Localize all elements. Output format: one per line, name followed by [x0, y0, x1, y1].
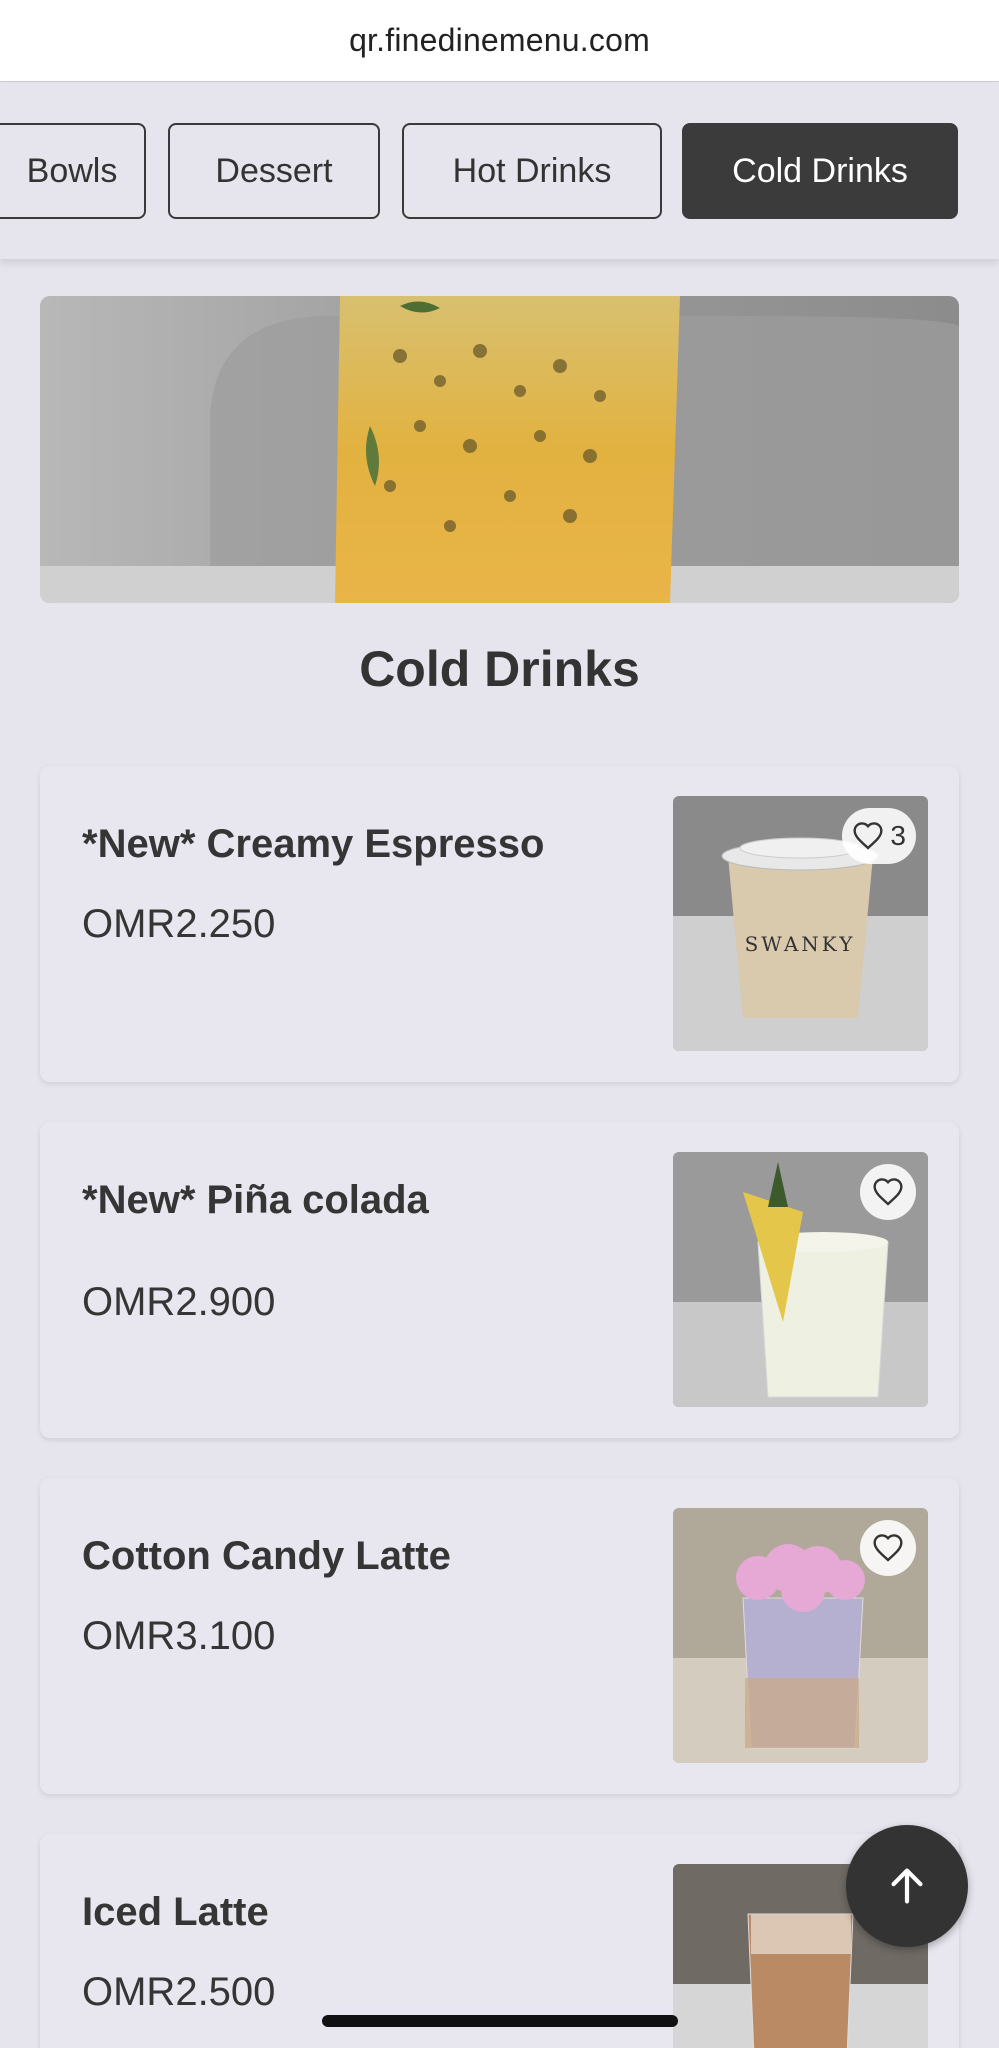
item-photo	[673, 1508, 928, 1763]
url-text: qr.finedinemenu.com	[349, 22, 650, 58]
section-title: Cold Drinks	[359, 641, 640, 697]
item-photo: SWANKY 3	[673, 796, 928, 1051]
favorite-button[interactable]	[860, 1164, 916, 1220]
tab-label: Hot Drinks	[452, 151, 612, 190]
menu-page: qr.finedinemenu.com Bowls Dessert Hot Dr…	[0, 0, 999, 2048]
menu-item-card[interactable]: *New* Piña colada OMR2.900	[40, 1122, 959, 1438]
item-photo	[673, 1152, 928, 1407]
menu-item-card[interactable]: *New* Creamy Espresso OMR2.250 SWANKY 3	[40, 766, 959, 1082]
heart-outline-icon	[873, 1534, 903, 1562]
item-price: OMR2.900	[82, 1280, 276, 1324]
tab-label: Dessert	[215, 151, 333, 190]
tab-bowls[interactable]: Bowls	[0, 123, 146, 219]
item-price: OMR2.500	[82, 1970, 276, 2014]
tab-label: Bowls	[26, 151, 118, 190]
tab-dessert[interactable]: Dessert	[168, 123, 380, 219]
arrow-up-icon	[891, 1868, 923, 1904]
item-name: *New* Piña colada	[82, 1178, 429, 1222]
scroll-to-top-button[interactable]	[846, 1825, 968, 1947]
browser-url-bar[interactable]: qr.finedinemenu.com	[0, 0, 999, 82]
tab-label: Cold Drinks	[732, 151, 908, 190]
item-name: Cotton Candy Latte	[82, 1534, 451, 1578]
category-hero-image	[40, 296, 959, 603]
item-name: Iced Latte	[82, 1890, 269, 1934]
item-price: OMR2.250	[82, 902, 276, 946]
tab-cold-drinks[interactable]: Cold Drinks	[682, 123, 958, 219]
heart-outline-icon	[853, 822, 883, 850]
home-indicator	[322, 2015, 678, 2027]
tab-hot-drinks[interactable]: Hot Drinks	[402, 123, 662, 219]
svg-text:SWANKY: SWANKY	[745, 932, 856, 956]
item-name: *New* Creamy Espresso	[82, 822, 545, 866]
favorite-button[interactable]: 3	[842, 808, 916, 864]
menu-item-card[interactable]: Cotton Candy Latte OMR3.100	[40, 1478, 959, 1794]
heart-outline-icon	[873, 1178, 903, 1206]
favorite-count: 3	[890, 820, 906, 851]
category-tabs: Bowls Dessert Hot Drinks Cold Drinks	[0, 83, 999, 259]
item-price: OMR3.100	[82, 1614, 276, 1658]
favorite-button[interactable]	[860, 1520, 916, 1576]
